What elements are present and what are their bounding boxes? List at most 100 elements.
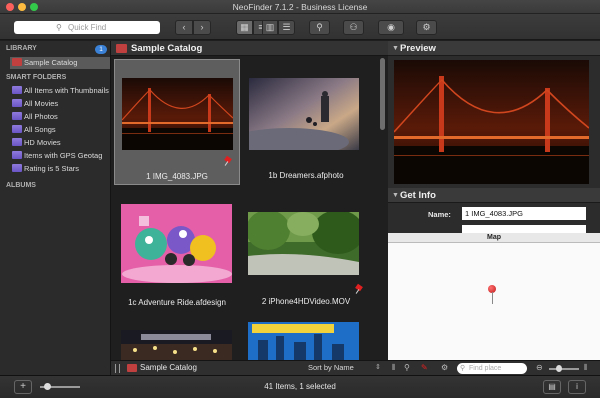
smart-folder-icon xyxy=(12,138,22,146)
name-field-label: Name: xyxy=(428,210,451,219)
sidebar-item-smart-folder[interactable]: Rating is 5 Stars xyxy=(12,163,79,175)
info-field[interactable] xyxy=(462,225,586,233)
quick-find-input[interactable]: ⚲ Quick Find xyxy=(14,21,160,34)
view-columns-button[interactable]: ▥ xyxy=(262,20,278,35)
sidebar-item-smart-folder[interactable]: All Items with Thumbnails xyxy=(12,85,109,97)
preview-section-header[interactable]: ▼ Preview xyxy=(388,41,600,56)
inspector-panel: ▼ Preview ▼ Get Info Name: 1 IMG_4083.JP… xyxy=(388,41,600,375)
sidebar-item-label: HD Movies xyxy=(24,138,61,147)
sidebar-item-label: All Songs xyxy=(24,125,56,134)
thumbnail-image xyxy=(121,330,232,360)
sidebar-item-label: Items with GPS Geotag xyxy=(24,151,103,160)
map-toggle-button[interactable]: ▤ xyxy=(543,380,561,394)
catalog-icon xyxy=(12,58,22,66)
sidebar: LIBRARY 1 Sample Catalog SMART FOLDERS A… xyxy=(0,41,111,375)
smart-folder-icon xyxy=(12,151,22,159)
catalog-icon xyxy=(116,44,127,53)
status-bar: + 41 Items, 1 selected ▤ i xyxy=(0,375,600,398)
browser-pane: Sample Catalog 1 IMG_4083.JPG 1b Dreamer… xyxy=(111,41,388,375)
preview-image xyxy=(394,60,589,184)
resize-handle-icon[interactable] xyxy=(115,364,120,373)
detail-list-icon: ☰ xyxy=(282,22,291,32)
catalog-icon xyxy=(127,364,137,372)
search-icon[interactable]: ⚲ xyxy=(404,363,410,372)
disclosure-triangle-icon: ▼ xyxy=(392,45,399,52)
smart-folder-icon xyxy=(12,112,22,120)
thumbnail-image xyxy=(248,322,359,360)
browser-footer: Sample Catalog Sort by Name ⇕ xyxy=(111,360,388,375)
resize-handle-icon[interactable]: ⦀ xyxy=(392,363,396,373)
info-icon: i xyxy=(576,382,578,391)
get-info-label: Get Info xyxy=(400,190,436,201)
thumbnail-item[interactable]: 2 iPhone4HDVideo.MOV xyxy=(243,191,369,316)
thumbnail-image xyxy=(248,212,359,275)
find-button[interactable]: ⚲ xyxy=(309,20,330,35)
map-footer: ⦀ ⚲ ✎ ⚙ ⚲ Find place ⊖ ⦀ xyxy=(388,360,600,375)
thumbnail-item[interactable] xyxy=(114,322,240,360)
zoom-slider-track[interactable] xyxy=(549,368,579,370)
view-grid-button[interactable]: ▦ xyxy=(236,20,253,35)
grid-icon: ▦ xyxy=(240,22,249,32)
settings-button[interactable]: ⚙ xyxy=(416,20,437,35)
thumbnail-caption: 2 iPhone4HDVideo.MOV xyxy=(261,297,351,306)
status-text: 41 Items, 1 selected xyxy=(264,382,336,391)
info-toggle-button[interactable]: i xyxy=(568,380,586,394)
map-header: Map xyxy=(388,233,600,243)
smart-folders-header: SMART FOLDERS xyxy=(6,74,67,81)
back-button[interactable]: ‹ xyxy=(175,20,193,35)
sidebar-item-label: Rating is 5 Stars xyxy=(24,164,80,173)
sort-select[interactable]: Sort by Name xyxy=(308,363,354,372)
quick-find-placeholder: Quick Find xyxy=(68,23,107,32)
disclosure-triangle-icon: ▼ xyxy=(392,192,399,199)
search-icon: ⚲ xyxy=(460,365,466,372)
sidebar-item-smart-folder[interactable]: All Movies xyxy=(12,98,58,110)
thumbnail-image xyxy=(121,204,232,283)
sidebar-item-label: All Photos xyxy=(24,112,58,121)
resize-handle-icon[interactable]: ⦀ xyxy=(584,363,588,373)
preview-label: Preview xyxy=(400,43,436,54)
gear-icon: ⚙ xyxy=(422,22,431,32)
thumbnail-item[interactable]: 1 IMG_4083.JPG xyxy=(114,59,240,185)
gear-icon[interactable]: ⚙ xyxy=(441,363,448,372)
sidebar-item-sample-catalog[interactable]: Sample Catalog xyxy=(10,57,110,69)
forward-button[interactable]: › xyxy=(193,20,211,35)
view-detail-button[interactable]: ☰ xyxy=(278,20,295,35)
thumbnail-item[interactable]: 1b Dreamers.afphoto xyxy=(243,59,369,185)
pin-icon xyxy=(355,285,363,293)
browser-scrollbar[interactable] xyxy=(380,58,385,130)
thumbnail-image xyxy=(122,78,233,150)
browser-title: Sample Catalog xyxy=(131,43,203,54)
sidebar-item-smart-folder[interactable]: All Songs xyxy=(12,124,56,136)
find-place-placeholder: Find place xyxy=(469,365,502,372)
library-badge: 1 xyxy=(95,45,107,54)
magnifier-icon: ⚲ xyxy=(316,22,323,32)
thumbnail-item[interactable]: 1c Adventure Ride.afdesign xyxy=(114,191,240,316)
sort-arrows-icon: ⇕ xyxy=(375,364,381,371)
zoom-slider-knob[interactable] xyxy=(556,365,562,372)
sidebar-item-smart-folder[interactable]: Items with GPS Geotag xyxy=(12,150,102,162)
chevron-right-icon: › xyxy=(200,22,204,32)
thumbnail-caption: 1b Dreamers.afphoto xyxy=(268,171,344,180)
sidebar-item-smart-folder[interactable]: All Photos xyxy=(12,111,58,123)
sidebar-item-label: All Items with Thumbnails xyxy=(24,86,109,95)
find-place-input[interactable]: ⚲ Find place xyxy=(457,363,527,374)
quick-look-button[interactable]: ◉ xyxy=(378,20,404,35)
search-icon: ⚲ xyxy=(56,23,62,32)
map-icon: ▤ xyxy=(548,382,556,391)
albums-header: ALBUMS xyxy=(6,182,36,189)
pin-icon xyxy=(224,157,232,165)
map-view[interactable] xyxy=(388,243,600,360)
toolbar: ⚲ Quick Find ‹ › ▦ ≡ ▥ ☰ ⚲ ⚇ ◉ ⚙ xyxy=(0,14,600,40)
map-pin-icon[interactable] xyxy=(488,285,498,305)
smart-folder-icon xyxy=(12,86,22,94)
thumbnail-item[interactable] xyxy=(243,322,369,360)
sidebar-item-smart-folder[interactable]: HD Movies xyxy=(12,137,61,149)
name-field[interactable]: 1 IMG_4083.JPG xyxy=(462,207,586,220)
get-info-section-header[interactable]: ▼ Get Info xyxy=(388,188,600,203)
users-icon: ⚇ xyxy=(349,22,358,32)
window-title: NeoFinder 7.1.2 - Business License xyxy=(232,2,368,12)
pin-tool-icon[interactable]: ✎ xyxy=(421,363,428,372)
zoom-out-icon[interactable]: ⊖ xyxy=(536,363,543,372)
thumbnail-caption: 1 IMG_4083.JPG xyxy=(146,172,208,181)
users-button[interactable]: ⚇ xyxy=(343,20,364,35)
